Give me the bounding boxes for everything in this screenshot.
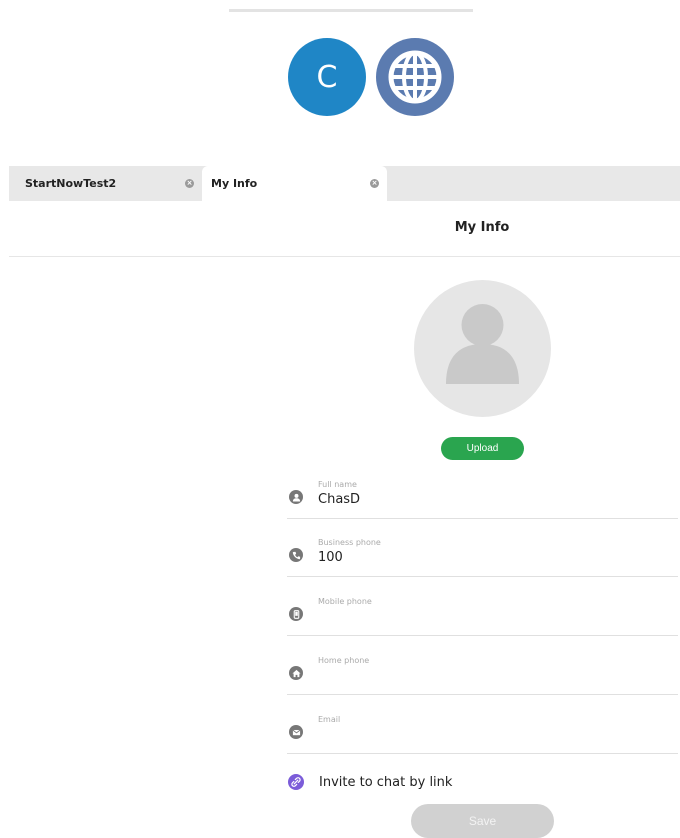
globe-avatar[interactable] (376, 38, 454, 116)
full-name-field[interactable]: Full name ChasD (287, 461, 678, 519)
top-divider (229, 9, 473, 12)
page-title: My Info (454, 220, 510, 235)
invite-link-option[interactable]: Invite to chat by link (287, 774, 452, 790)
email-field[interactable]: Email (287, 696, 678, 754)
close-icon[interactable]: × (185, 179, 194, 188)
header-divider (9, 256, 680, 257)
field-label: Home phone (318, 656, 370, 665)
envelope-icon (289, 725, 303, 739)
profile-photo[interactable] (414, 280, 551, 417)
avatar-letter: C (316, 59, 338, 95)
save-button[interactable]: Save (411, 804, 554, 838)
home-phone-field[interactable]: Home phone (287, 637, 678, 695)
tab-label: My Info (211, 177, 258, 190)
field-value[interactable]: ChasD (318, 492, 360, 507)
invite-label: Invite to chat by link (319, 774, 453, 790)
upload-button[interactable]: Upload (441, 437, 524, 460)
home-icon (289, 666, 303, 680)
phone-icon (289, 548, 303, 562)
tab-bar: StartNowTest2 × My Info × (9, 166, 680, 201)
field-label: Mobile phone (318, 597, 372, 606)
globe-icon (388, 50, 442, 104)
tab-label: StartNowTest2 (25, 177, 117, 190)
mobile-phone-field[interactable]: Mobile phone (287, 578, 678, 636)
tab-my-info[interactable]: My Info × (202, 166, 387, 201)
field-value[interactable]: 100 (318, 550, 343, 565)
field-label: Email (318, 715, 341, 724)
field-label: Business phone (318, 538, 381, 547)
user-avatar[interactable]: C (288, 38, 366, 116)
link-icon (288, 774, 304, 790)
tab-startnowtest2[interactable]: StartNowTest2 × (9, 166, 200, 201)
field-label: Full name (318, 480, 357, 489)
close-icon[interactable]: × (370, 179, 379, 188)
business-phone-field[interactable]: Business phone 100 (287, 519, 678, 577)
mobile-icon (289, 607, 303, 621)
person-silhouette-icon (446, 304, 519, 384)
person-icon (289, 490, 303, 504)
